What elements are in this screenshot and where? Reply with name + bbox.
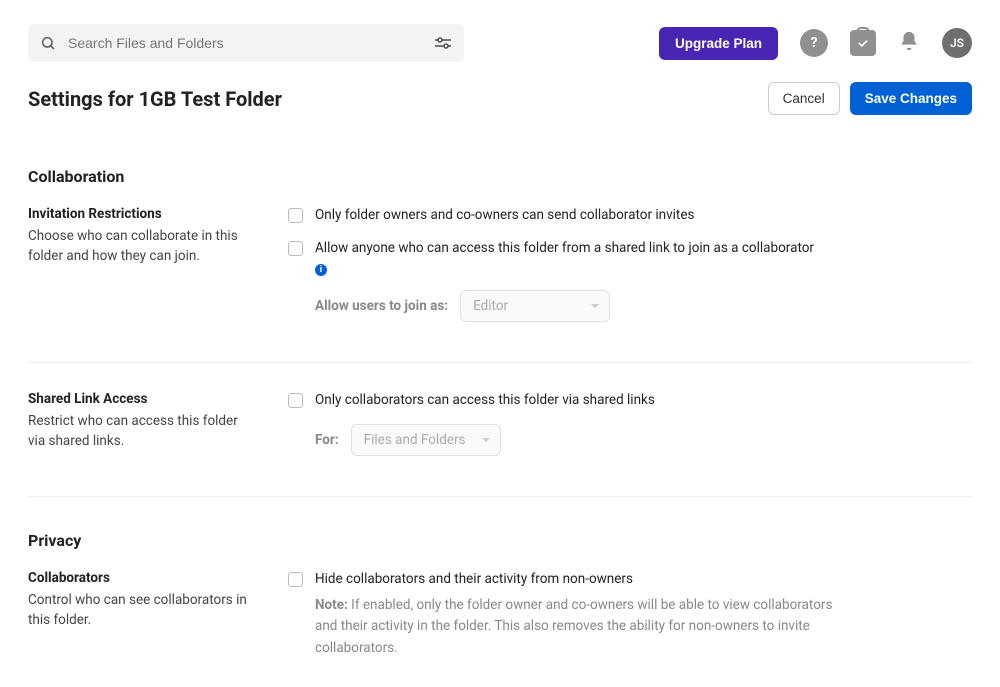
for-row: For: Files and Folders [315, 424, 972, 456]
cancel-button[interactable]: Cancel [768, 82, 840, 115]
shared-link-label: Shared Link Access [28, 391, 248, 407]
checkbox-collaborators-only[interactable] [288, 393, 303, 408]
page-title: Settings for 1GB Test Folder [28, 87, 282, 111]
section-privacy-title: Privacy [28, 531, 972, 550]
setting-invitation-restrictions: Invitation Restrictions Choose who can c… [28, 206, 972, 350]
checkbox-hide-collaborators-label: Hide collaborators and their activity fr… [315, 570, 633, 589]
topbar-right: Upgrade Plan ? JS [659, 27, 972, 60]
checkbox-owners-only[interactable] [288, 208, 303, 223]
header-actions: Cancel Save Changes [768, 82, 972, 115]
checkbox-row-shared-link-join: Allow anyone who can access this folder … [288, 239, 972, 258]
collaborators-desc: Control who can see collaborators in thi… [28, 590, 248, 631]
divider [28, 496, 972, 497]
avatar[interactable]: JS [942, 28, 972, 58]
top-bar: Upgrade Plan ? JS [0, 0, 1000, 74]
search-icon [40, 35, 56, 51]
join-as-label: Allow users to join as: [315, 298, 448, 314]
checkbox-row-owners-only: Only folder owners and co-owners can sen… [288, 206, 972, 225]
page-header: Settings for 1GB Test Folder Cancel Save… [0, 74, 1000, 139]
for-select: Files and Folders [351, 424, 501, 456]
section-collaboration-title: Collaboration [28, 167, 972, 186]
invitation-label: Invitation Restrictions [28, 206, 248, 222]
filter-icon[interactable] [434, 36, 452, 50]
join-as-row: Allow users to join as: Editor [315, 290, 972, 322]
help-icon[interactable]: ? [800, 29, 828, 57]
collaborators-label: Collaborators [28, 570, 248, 586]
checkbox-hide-collaborators[interactable] [288, 572, 303, 587]
search-box[interactable] [28, 24, 464, 62]
checkbox-row-hide-collaborators: Hide collaborators and their activity fr… [288, 570, 972, 589]
search-input[interactable] [68, 35, 434, 51]
checkbox-shared-link-join-label: Allow anyone who can access this folder … [315, 239, 814, 258]
invitation-desc: Choose who can collaborate in this folde… [28, 226, 248, 267]
setting-shared-link-access: Shared Link Access Restrict who can acce… [28, 391, 972, 484]
divider [28, 362, 972, 363]
setting-collaborators-privacy: Collaborators Control who can see collab… [28, 570, 972, 687]
for-label: For: [315, 432, 339, 448]
upgrade-button[interactable]: Upgrade Plan [659, 27, 778, 60]
checkbox-row-collaborators-only: Only collaborators can access this folde… [288, 391, 972, 410]
checkbox-collaborators-only-label: Only collaborators can access this folde… [315, 391, 655, 410]
tasks-icon[interactable] [850, 30, 876, 56]
hide-collaborators-note: Note: If enabled, only the folder owner … [315, 595, 855, 660]
notifications-icon[interactable] [898, 30, 920, 56]
info-icon[interactable]: i [315, 264, 327, 276]
save-button[interactable]: Save Changes [850, 82, 972, 115]
content: Collaboration Invitation Restrictions Ch… [0, 167, 1000, 687]
checkbox-owners-only-label: Only folder owners and co-owners can sen… [315, 206, 694, 225]
join-as-select: Editor [460, 290, 610, 322]
shared-link-desc: Restrict who can access this folder via … [28, 411, 248, 452]
checkbox-shared-link-join[interactable] [288, 241, 303, 256]
